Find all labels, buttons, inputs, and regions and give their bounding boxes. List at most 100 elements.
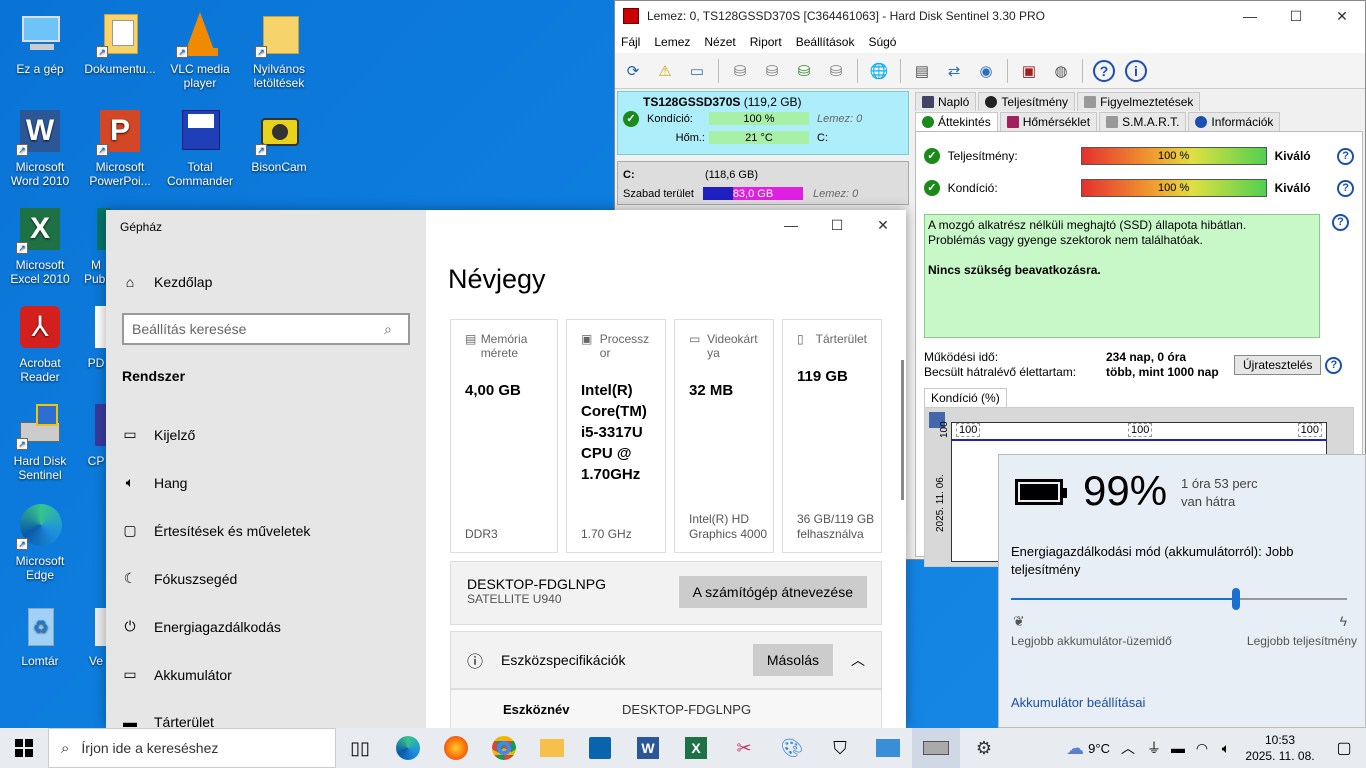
usb-icon[interactable]: ⏚: [1142, 728, 1166, 768]
disk-test-2-icon[interactable]: ⛁: [758, 57, 786, 85]
help-icon[interactable]: ?: [1325, 356, 1343, 374]
desktop-icon-word[interactable]: W ↗ Microsoft Word 2010: [1, 108, 79, 188]
outlook-icon[interactable]: [576, 728, 624, 768]
chevron-up-icon[interactable]: ︿: [1114, 728, 1142, 768]
disk-entry[interactable]: TS128GSSD370S (119,2 GB) ✓ Kondíció: 100…: [617, 91, 909, 155]
disk-check-icon[interactable]: ⛁: [790, 57, 818, 85]
wifi-icon[interactable]: ◠: [1190, 728, 1214, 768]
desktop-icon-edge[interactable]: ↗ Microsoft Edge: [1, 502, 79, 582]
network-icon[interactable]: ◉: [972, 57, 1000, 85]
notification-center-icon[interactable]: ▢: [1322, 728, 1366, 768]
help-icon[interactable]: ?: [1337, 147, 1354, 165]
edge-taskbar-icon[interactable]: [384, 728, 432, 768]
copy-button[interactable]: Másolás: [752, 644, 833, 676]
chrome-icon[interactable]: [480, 728, 528, 768]
tab-smart[interactable]: S.M.A.R.T.: [1099, 112, 1187, 131]
paint-icon[interactable]: 🎨︎: [768, 728, 816, 768]
info-icon[interactable]: i: [1122, 57, 1150, 85]
tab-log[interactable]: Napló: [915, 92, 977, 111]
menu-view[interactable]: Nézet: [704, 35, 735, 49]
graph-tab-health[interactable]: Kondíció (%): [924, 388, 1007, 407]
close-button[interactable]: ✕: [1319, 1, 1365, 31]
slider-thumb[interactable]: [1232, 588, 1241, 610]
desktop-icon-powerpoint[interactable]: P ↗ Microsoft PowerPoi...: [81, 108, 159, 188]
control-panel-icon[interactable]: [864, 728, 912, 768]
security-shield-icon[interactable]: ⛉: [816, 728, 864, 768]
desktop-icon-vlc[interactable]: ↗ VLC media player: [161, 10, 239, 90]
desktop-icon-excel[interactable]: X ↗ Microsoft Excel 2010: [1, 206, 79, 286]
tab-temperature[interactable]: Hőmérséklet: [999, 112, 1098, 131]
battery-settings-link[interactable]: Akkumulátor beállításai: [1011, 695, 1145, 710]
volume-icon[interactable]: 🔈︎: [1214, 728, 1238, 768]
word-taskbar-icon[interactable]: W: [624, 728, 672, 768]
file-explorer-icon[interactable]: [528, 728, 576, 768]
excel-taskbar-icon[interactable]: X: [672, 728, 720, 768]
tab-performance[interactable]: Teljesítmény: [978, 92, 1076, 111]
nav-focus-assist[interactable]: ☾ Fókuszsegéd: [122, 570, 238, 587]
help-icon[interactable]: ?: [1090, 57, 1118, 85]
tab-alerts[interactable]: Figyelmeztetések: [1077, 92, 1201, 111]
menu-settings[interactable]: Beállítások: [796, 35, 855, 49]
disk-search-icon[interactable]: ⛁: [822, 57, 850, 85]
desktop-icon-bisoncam[interactable]: ↗ BisonCam: [240, 108, 318, 174]
desktop-icon-acrobat[interactable]: ⅄ Acrobat Reader: [1, 304, 79, 384]
device-specs-header[interactable]: ⓘ Eszközspecifikációk Másolás ︿: [450, 631, 882, 689]
monitor-icon[interactable]: ▣: [1015, 57, 1043, 85]
warning-icon[interactable]: ⚠: [651, 57, 679, 85]
disk-test-icon[interactable]: ⛁: [726, 57, 754, 85]
retest-button[interactable]: Újratesztelés: [1234, 355, 1322, 375]
report-icon[interactable]: ▤: [908, 57, 936, 85]
nav-notifications[interactable]: ▢ Értesítések és műveletek: [122, 522, 310, 539]
settings-gear-icon[interactable]: ⚙: [960, 728, 1008, 768]
hard-disk-sentinel-taskbar-icon[interactable]: [912, 728, 960, 768]
settings-search-input[interactable]: Beállítás keresése ⌕: [122, 313, 410, 345]
nav-battery[interactable]: ▭ Akkumulátor: [122, 666, 231, 683]
tab-overview[interactable]: Áttekintés: [915, 112, 998, 131]
close-button[interactable]: ✕: [860, 210, 906, 240]
menu-file[interactable]: Fájl: [621, 35, 640, 49]
tab-information[interactable]: Információk: [1188, 112, 1281, 131]
menu-disk[interactable]: Lemez: [654, 35, 690, 49]
sound-icon[interactable]: ◍: [1047, 57, 1075, 85]
taskbar-search-input[interactable]: ⌕ Írjon ide a kereséshez: [48, 728, 336, 768]
disk-info-icon[interactable]: ▭: [683, 57, 711, 85]
nav-storage[interactable]: ▬ Tárterület: [122, 714, 214, 728]
weather-widget[interactable]: ☁ 9°C: [1066, 728, 1110, 768]
desktop-icon-hard-disk-sentinel[interactable]: ↗ Hard Disk Sentinel: [1, 402, 79, 482]
help-icon[interactable]: ?: [1332, 214, 1349, 231]
desktop-icon-this-pc[interactable]: Ez a gép: [1, 10, 79, 76]
nav-display[interactable]: ▭ Kijelző: [122, 426, 195, 443]
nav-power[interactable]: ⏻ Energiagazdálkodás: [122, 618, 280, 635]
desktop-icon-recycle-bin[interactable]: ♻ Lomtár: [1, 602, 79, 668]
minimize-button[interactable]: —: [1227, 1, 1273, 31]
start-button[interactable]: [0, 728, 48, 768]
power-mode-slider[interactable]: [1011, 588, 1347, 610]
clock[interactable]: 10:53 2025. 11. 08.: [1238, 732, 1322, 764]
volume-entry[interactable]: C: (118,6 GB) Szabad terület 83,0 GB Lem…: [617, 161, 909, 205]
rename-pc-button[interactable]: A számítógép átnevezése: [678, 576, 867, 608]
hds-titlebar[interactable]: Lemez: 0, TS128GSSD370S [C364461063] - H…: [615, 1, 1365, 31]
firefox-icon[interactable]: [432, 728, 480, 768]
desktop-icon-documents[interactable]: ↗ Dokumentu...: [81, 10, 159, 76]
chevron-up-icon[interactable]: ︿: [851, 650, 881, 670]
desktop-icon-total-commander[interactable]: Total Commander: [161, 108, 239, 188]
battery-tray-icon[interactable]: ▬: [1166, 728, 1190, 768]
nav-sound[interactable]: 🔈︎ Hang: [122, 474, 188, 491]
sync-icon[interactable]: ⇄: [940, 57, 968, 85]
refresh-icon[interactable]: ⟳: [619, 57, 647, 85]
snipping-tool-icon[interactable]: ✂: [720, 728, 768, 768]
menu-help[interactable]: Súgó: [868, 35, 896, 49]
scrollbar[interactable]: [901, 360, 904, 500]
volume-free-label: Szabad terület: [623, 187, 694, 200]
help-icon[interactable]: ?: [1337, 179, 1354, 197]
maximize-button[interactable]: ☐: [814, 210, 860, 240]
card-value: 119 GB: [797, 368, 848, 385]
minimize-button[interactable]: —: [768, 210, 814, 240]
nav-home[interactable]: ⌂ Kezdőlap: [122, 274, 213, 290]
spec-card-gpu: ▭ Videokártya 32 MB Intel(R) HD Graphics …: [674, 319, 774, 553]
globe-icon[interactable]: 🌐: [865, 57, 893, 85]
desktop-icon-public-downloads[interactable]: ↗ Nyilvános letöltések: [240, 10, 318, 90]
task-view-icon[interactable]: ▯▯: [336, 728, 384, 768]
menu-report[interactable]: Riport: [750, 35, 782, 49]
maximize-button[interactable]: ☐: [1273, 1, 1319, 31]
